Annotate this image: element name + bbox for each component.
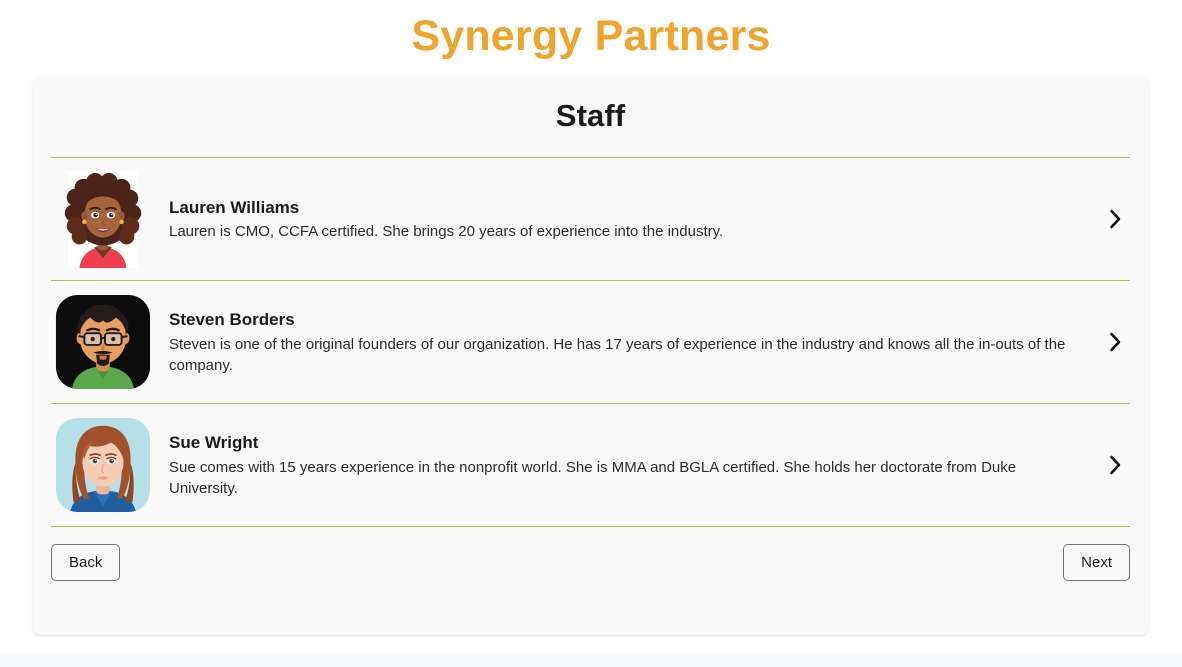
card-heading: Staff — [555, 98, 626, 133]
avatar-image — [55, 418, 151, 513]
card-footer: Back Next — [33, 527, 1148, 582]
page-root: Synergy Partners Staff Lauren Williams L… — [0, 0, 1182, 667]
staff-name: Sue Wright — [169, 433, 259, 453]
back-button[interactable]: Back — [51, 544, 121, 582]
staff-list: Lauren Williams Lauren is CMO, CCFA cert… — [33, 158, 1148, 528]
staff-description: Steven is one of the original founders o… — [169, 335, 1066, 375]
avatar-image — [64, 170, 142, 269]
avatar-image — [55, 295, 151, 390]
bottom-strip — [0, 655, 1182, 667]
chevron-right-icon[interactable] — [1100, 209, 1130, 229]
staff-name: Steven Borders — [169, 310, 295, 330]
staff-info: Lauren Williams Lauren is CMO, CCFA cert… — [169, 196, 1100, 243]
chevron-right-icon[interactable] — [1100, 455, 1130, 475]
staff-description: Lauren is CMO, CCFA certified. She bring… — [169, 223, 724, 241]
staff-info: Steven Borders Steven is one of the orig… — [169, 308, 1100, 376]
brand-header: Synergy Partners — [0, 0, 1182, 72]
staff-list-item[interactable]: Sue Wright Sue comes with 15 years exper… — [33, 404, 1148, 526]
chevron-right-icon[interactable] — [1100, 332, 1130, 352]
avatar-lauren-williams — [51, 170, 155, 269]
avatar-sue-wright — [51, 416, 155, 514]
staff-info: Sue Wright Sue comes with 15 years exper… — [169, 431, 1100, 499]
page-title: Synergy Partners — [411, 11, 771, 60]
staff-list-item[interactable]: Lauren Williams Lauren is CMO, CCFA cert… — [33, 158, 1148, 280]
staff-description: Sue comes with 15 years experience in th… — [169, 458, 1017, 498]
staff-list-item[interactable]: Steven Borders Steven is one of the orig… — [33, 281, 1148, 403]
next-button[interactable]: Next — [1063, 544, 1130, 582]
avatar-steven-borders — [51, 293, 155, 391]
staff-name: Lauren Williams — [169, 197, 300, 217]
staff-card: Staff Lauren Williams Lauren is CMO, CCF… — [33, 77, 1148, 635]
